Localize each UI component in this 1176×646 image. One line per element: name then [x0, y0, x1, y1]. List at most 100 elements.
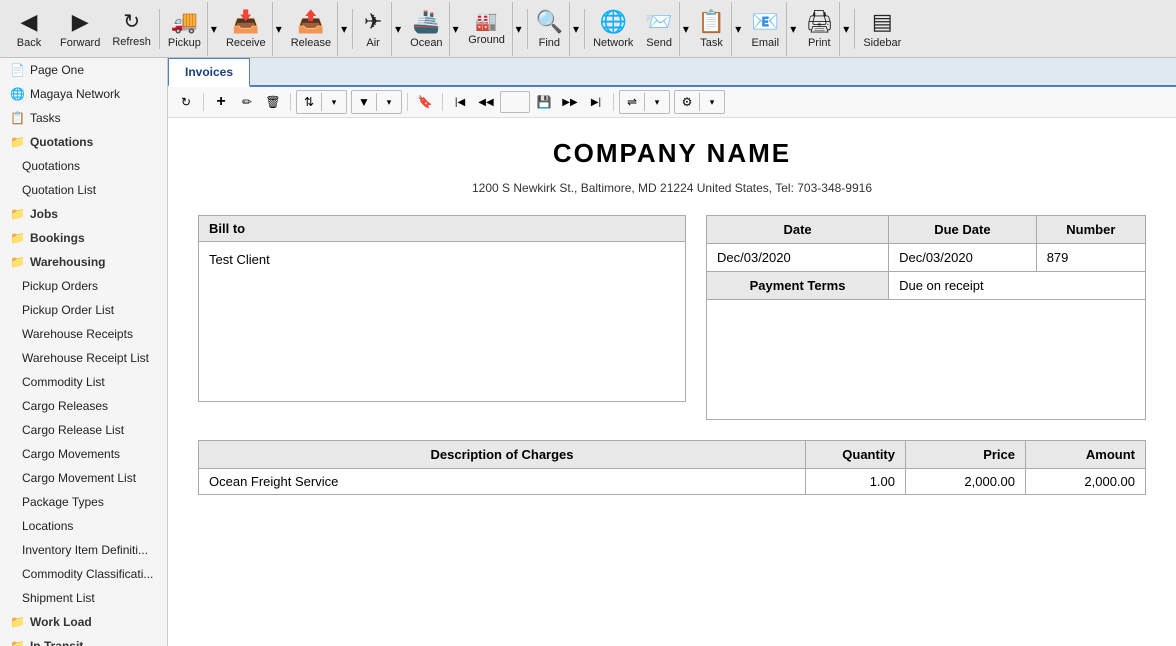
find-icon: 🔍 [536, 9, 563, 35]
date-value: Dec/03/2020 [707, 244, 889, 272]
release-arrow[interactable]: ▾ [337, 2, 350, 56]
doc-page-input[interactable] [500, 91, 530, 113]
sidebar-button[interactable]: ▤ Sidebar [857, 2, 907, 56]
email-group: 📧 Email ▾ [744, 2, 799, 56]
sidebar-item-quotation-list[interactable]: Quotation List [0, 178, 167, 202]
sidebar-item-quotations-sub[interactable]: Quotations [0, 154, 167, 178]
charges-row-0: Ocean Freight Service 1.00 2,000.00 2,00… [199, 469, 1146, 495]
task-button[interactable]: 📋 Task [692, 2, 731, 56]
task-arrow[interactable]: ▾ [731, 2, 744, 56]
find-arrow[interactable]: ▾ [569, 2, 582, 56]
find-button[interactable]: 🔍 Find [530, 2, 569, 56]
doc-prev-button[interactable]: ◀◀ [474, 91, 498, 113]
due-date-header: Due Date [889, 216, 1037, 244]
sidebar-item-jobs[interactable]: 📁 Jobs [0, 202, 167, 226]
sidebar-item-shipment-list[interactable]: Shipment List [0, 586, 167, 610]
doc-delete-button[interactable]: 🗑 [261, 91, 285, 113]
air-group: ✈ Air ▾ [355, 2, 404, 56]
doc-filter-button[interactable]: ▼ [352, 91, 376, 113]
receive-button[interactable]: 📥 Receive [220, 2, 272, 56]
link-group: ⇌ ▾ [619, 90, 670, 114]
tab-bar: Invoices [168, 58, 1176, 87]
sidebar-item-warehouse-receipts[interactable]: Warehouse Receipts [0, 322, 167, 346]
doc-filter-arrow[interactable]: ▾ [377, 91, 401, 113]
doc-save-button[interactable]: 💾 [532, 91, 556, 113]
sidebar-item-cargo-movement-list[interactable]: Cargo Movement List [0, 466, 167, 490]
print-button[interactable]: 🖨 Print [799, 2, 839, 56]
ground-button[interactable]: 🏭 Ground [462, 2, 512, 56]
back-icon: ◀ [21, 9, 38, 35]
air-icon: ✈ [364, 9, 382, 35]
payment-terms-extra [707, 300, 1146, 420]
email-button[interactable]: 📧 Email [744, 2, 786, 56]
ocean-arrow[interactable]: ▾ [449, 2, 462, 56]
sidebar-item-inventory-item-def[interactable]: Inventory Item Definiti... [0, 538, 167, 562]
sidebar-item-warehousing[interactable]: 📁 Warehousing [0, 250, 167, 274]
doc-link-arrow[interactable]: ▾ [645, 91, 669, 113]
doc-sort-arrow[interactable]: ▾ [322, 91, 346, 113]
email-arrow[interactable]: ▾ [786, 2, 799, 56]
sidebar-item-in-transit[interactable]: 📁 In Transit [0, 634, 167, 646]
air-button[interactable]: ✈ Air [355, 2, 391, 56]
sidebar-item-tasks[interactable]: 📋 Tasks [0, 106, 167, 130]
doc-link-button[interactable]: ⇌ [620, 91, 644, 113]
sidebar-item-page-one[interactable]: 📄 Page One [0, 58, 167, 82]
sidebar-item-pickup-orders[interactable]: Pickup Orders [0, 274, 167, 298]
refresh-button[interactable]: ↻ Refresh [106, 2, 157, 56]
air-arrow[interactable]: ▾ [391, 2, 404, 56]
bookings-icon: 📁 [10, 231, 25, 245]
send-button[interactable]: 📨 Send [639, 2, 678, 56]
bill-to-section: Bill to Test Client [198, 215, 686, 420]
bill-to-value: Test Client [209, 252, 270, 267]
sidebar-item-work-load[interactable]: 📁 Work Load [0, 610, 167, 634]
doc-first-button[interactable]: |◀ [448, 91, 472, 113]
doc-edit-button[interactable]: ✏ [235, 91, 259, 113]
bill-to-header: Bill to [198, 215, 686, 242]
network-button[interactable]: 🌐 Network [587, 2, 639, 56]
doc-refresh-button[interactable]: ↻ [174, 91, 198, 113]
invoice-body: Bill to Test Client Date Due Date Number [198, 215, 1146, 420]
jobs-icon: 📁 [10, 207, 25, 221]
print-arrow[interactable]: ▾ [839, 2, 852, 56]
sidebar-item-magaya-network[interactable]: 🌐 Magaya Network [0, 82, 167, 106]
doc-last-button[interactable]: ▶| [584, 91, 608, 113]
pickup-arrow[interactable]: ▾ [207, 2, 220, 56]
pickup-button[interactable]: 🚚 Pickup [162, 2, 207, 56]
doc-settings-button[interactable]: ⚙ [675, 91, 699, 113]
sidebar-item-bookings[interactable]: 📁 Bookings [0, 226, 167, 250]
sidebar-item-cargo-release-list[interactable]: Cargo Release List [0, 418, 167, 442]
send-group: 📨 Send ▾ [639, 2, 691, 56]
sidebar-item-cargo-movements[interactable]: Cargo Movements [0, 442, 167, 466]
release-button[interactable]: 📤 Release [285, 2, 337, 56]
doc-bookmark-button[interactable]: 🔖 [413, 91, 437, 113]
forward-button[interactable]: ▶ Forward [54, 2, 106, 56]
send-arrow[interactable]: ▾ [679, 2, 692, 56]
sidebar-item-quotations[interactable]: 📁 Quotations [0, 130, 167, 154]
quotations-icon: 📁 [10, 135, 25, 149]
find-group: 🔍 Find ▾ [530, 2, 582, 56]
company-name: COMPANY NAME [198, 138, 1146, 169]
sidebar-item-pickup-order-list[interactable]: Pickup Order List [0, 298, 167, 322]
sidebar-item-warehouse-receipt-list[interactable]: Warehouse Receipt List [0, 346, 167, 370]
receive-arrow[interactable]: ▾ [272, 2, 285, 56]
doc-settings-arrow[interactable]: ▾ [700, 91, 724, 113]
sidebar-item-cargo-releases[interactable]: Cargo Releases [0, 394, 167, 418]
sidebar-item-commodity-class[interactable]: Commodity Classificati... [0, 562, 167, 586]
sidebar-item-commodity-list[interactable]: Commodity List [0, 370, 167, 394]
doc-sep1 [203, 93, 204, 111]
back-button[interactable]: ◀ Back [4, 2, 54, 56]
main-layout: 📄 Page One 🌐 Magaya Network 📋 Tasks 📁 Qu… [0, 58, 1176, 646]
tasks-icon: 📋 [10, 111, 25, 125]
tab-invoices[interactable]: Invoices [168, 58, 250, 87]
charges-price-header: Price [906, 441, 1026, 469]
doc-next-button[interactable]: ▶▶ [558, 91, 582, 113]
ocean-button[interactable]: 🚢 Ocean [404, 2, 448, 56]
doc-add-button[interactable]: + [209, 91, 233, 113]
ground-arrow[interactable]: ▾ [512, 2, 525, 56]
ground-group: 🏭 Ground ▾ [462, 2, 525, 56]
sidebar-item-package-types[interactable]: Package Types [0, 490, 167, 514]
doc-sort-button[interactable]: ⇅ [297, 91, 321, 113]
charges-price-0: 2,000.00 [906, 469, 1026, 495]
send-icon: 📨 [645, 9, 672, 35]
sidebar-item-locations[interactable]: Locations [0, 514, 167, 538]
